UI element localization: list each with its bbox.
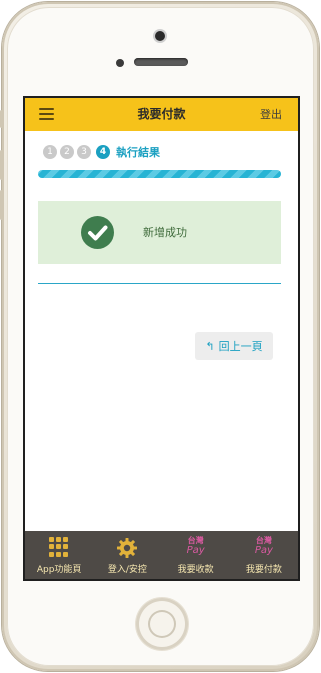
taiwan-pay-logo-line1: 台灣	[255, 536, 272, 545]
back-button[interactable]: ↰ 回上一頁	[195, 332, 273, 360]
page-title: 我要付款	[137, 107, 186, 121]
header-bar: 我要付款 登出	[25, 98, 298, 131]
tab-login-security[interactable]: 登入/安控	[93, 531, 161, 579]
volume-up-button	[0, 150, 3, 180]
bottom-tab-bar: App功能頁 登入/安控 台灣 Pay 我要收款 台灣 Pay 我要付款	[25, 531, 298, 579]
return-arrow-icon: ↰	[205, 339, 215, 353]
tab-make-payment[interactable]: 台灣 Pay 我要付款	[230, 531, 298, 579]
taiwan-pay-logo-line2: Pay	[254, 545, 273, 556]
step-3-badge: 3	[77, 145, 91, 159]
step-1-badge: 1	[43, 145, 57, 159]
taiwan-pay-icon: 台灣 Pay	[180, 537, 212, 559]
proximity-sensor	[116, 59, 124, 67]
success-message-box: 新增成功	[38, 201, 281, 264]
check-icon	[81, 216, 114, 249]
back-button-label: 回上一頁	[218, 340, 263, 353]
volume-down-button	[0, 190, 3, 220]
mute-switch	[0, 110, 3, 128]
taiwan-pay-logo-line2: Pay	[186, 545, 205, 556]
grid-icon	[49, 537, 69, 557]
divider	[38, 283, 281, 284]
tab-receive-payment[interactable]: 台灣 Pay 我要收款	[162, 531, 230, 579]
front-camera	[155, 31, 165, 41]
tab-label-make-payment: 我要付款	[245, 565, 282, 575]
tab-label-receive-payment: 我要收款	[177, 565, 214, 575]
tab-app-functions[interactable]: App功能頁	[25, 531, 93, 579]
step-2-badge: 2	[60, 145, 74, 159]
success-message-text: 新增成功	[143, 226, 187, 239]
step-active-label: 執行結果	[116, 146, 160, 159]
tab-label-login-security: 登入/安控	[107, 565, 147, 575]
step-4-badge-active: 4	[96, 145, 110, 159]
logout-button[interactable]: 登出	[260, 98, 282, 131]
earpiece-speaker	[134, 58, 188, 66]
step-indicator: 1 2 3 4 執行結果	[43, 144, 160, 160]
home-button[interactable]	[136, 598, 188, 650]
tab-label-app-functions: App功能頁	[36, 565, 82, 575]
taiwan-pay-icon: 台灣 Pay	[248, 537, 280, 559]
taiwan-pay-logo-line1: 台灣	[187, 536, 204, 545]
gear-icon	[116, 537, 138, 563]
app-screen: 我要付款 登出 1 2 3 4 執行結果 新增成功 ↰ 回上一頁 App功能頁	[25, 98, 298, 579]
progress-bar	[38, 170, 281, 178]
